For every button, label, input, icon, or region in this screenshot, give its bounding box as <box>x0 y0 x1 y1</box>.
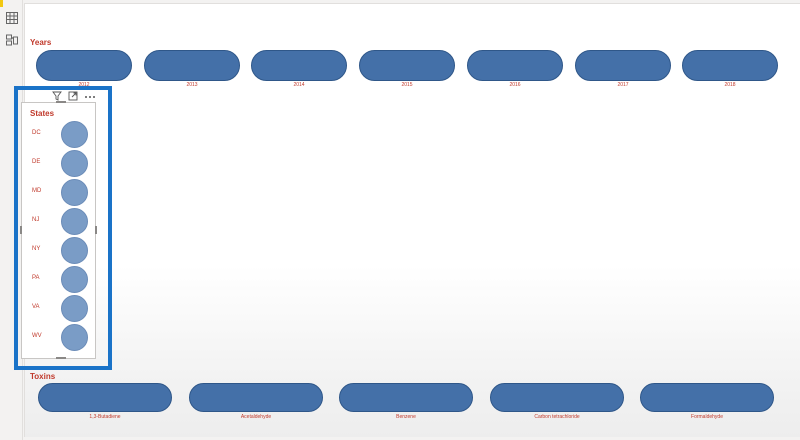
year-button[interactable] <box>575 50 671 81</box>
toxin-label: Formaldehyde <box>691 414 723 420</box>
year-button[interactable] <box>467 50 563 81</box>
toxin-button[interactable] <box>339 383 473 412</box>
toxins-slicer-title: Toxins <box>30 372 56 381</box>
toxin-label: Acetaldehyde <box>240 414 272 420</box>
year-label: 2016 <box>509 82 521 88</box>
toxin-button[interactable] <box>38 383 172 412</box>
toxin-label: Carbon tetrachloride <box>534 414 580 420</box>
table-view-icon[interactable] <box>5 11 19 25</box>
toxin-button[interactable] <box>490 383 624 412</box>
year-label: 2017 <box>617 82 629 88</box>
toxin-button[interactable] <box>189 383 323 412</box>
toxin-label: Benzene <box>396 414 416 420</box>
toxin-label: 1,3-Butadiene <box>89 414 121 420</box>
year-button[interactable] <box>144 50 240 81</box>
year-button[interactable] <box>359 50 455 81</box>
year-button[interactable] <box>682 50 778 81</box>
year-label: 2018 <box>724 82 736 88</box>
year-label: 2015 <box>401 82 413 88</box>
year-button[interactable] <box>36 50 132 81</box>
year-label: 2013 <box>186 82 198 88</box>
model-view-icon[interactable] <box>5 33 19 47</box>
active-indicator <box>0 0 3 7</box>
year-label: 2014 <box>293 82 305 88</box>
years-slicer-title: Years <box>30 38 52 47</box>
toxin-button[interactable] <box>640 383 774 412</box>
year-button[interactable] <box>251 50 347 81</box>
selection-highlight-frame <box>14 86 112 370</box>
